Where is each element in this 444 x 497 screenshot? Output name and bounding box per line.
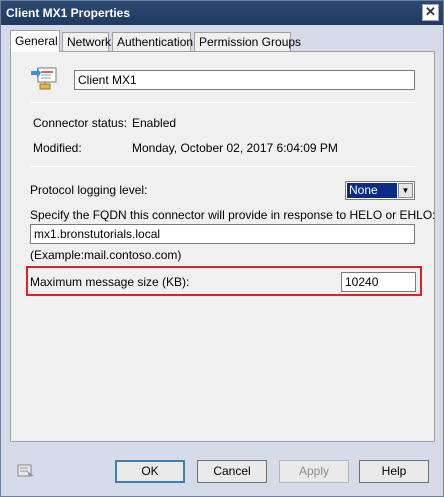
properties-dialog: Client MX1 Properties ✕ General Network … [0,0,444,497]
connector-icon [31,67,57,90]
protocol-logging-select[interactable]: None ▼ [345,181,415,200]
status-value: Enabled [132,116,177,130]
modified-label: Modified: [33,141,82,155]
help-button[interactable]: Help [359,460,429,483]
close-button[interactable]: ✕ [422,4,439,21]
connector-name-field[interactable]: Client MX1 [74,70,415,90]
title-bar: Client MX1 Properties ✕ [1,1,443,25]
window-title: Client MX1 Properties [6,6,131,20]
max-message-size-input[interactable]: 10240 [341,272,416,292]
ok-button[interactable]: OK [115,460,185,483]
modified-value: Monday, October 02, 2017 6:04:09 PM [132,141,338,155]
max-message-size-label: Maximum message size (KB): [30,275,190,289]
tab-network[interactable]: Network [62,32,111,52]
apply-button[interactable]: Apply [279,460,349,483]
tab-permission-groups[interactable]: Permission Groups [194,32,301,52]
cancel-button[interactable]: Cancel [197,460,267,483]
general-panel: Client MX1 Connector status: Enabled Mod… [10,51,436,442]
tab-general[interactable]: General [10,30,60,52]
fqdn-example: (Example:mail.contoso.com) [30,248,182,262]
fqdn-input[interactable]: mx1.bronstutorials.local [30,224,415,244]
fqdn-label: Specify the FQDN this connector will pro… [30,208,436,222]
status-label: Connector status: [33,116,128,130]
protocol-logging-label: Protocol logging level: [30,183,148,197]
protocol-logging-value: None [347,183,397,198]
dialog-info-icon[interactable] [17,462,35,480]
chevron-down-icon[interactable]: ▼ [398,183,413,198]
divider [30,102,415,103]
divider [30,166,415,167]
tab-authentication[interactable]: Authentication [112,32,193,52]
